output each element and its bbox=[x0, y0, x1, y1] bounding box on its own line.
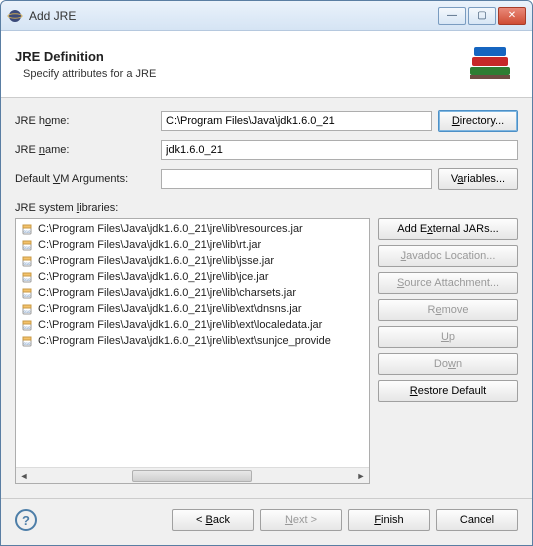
library-item[interactable]: 010 C:\Program Files\Java\jdk1.6.0_21\jre… bbox=[16, 301, 369, 317]
library-item[interactable]: 010 C:\Program Files\Java\jdk1.6.0_21\jre… bbox=[16, 317, 369, 333]
directory-button[interactable]: Directory... bbox=[438, 110, 518, 132]
library-path: C:\Program Files\Java\jdk1.6.0_21\jre\li… bbox=[38, 239, 261, 251]
library-item[interactable]: 010 C:\Program Files\Java\jdk1.6.0_21\jre… bbox=[16, 253, 369, 269]
jar-icon: 010 bbox=[20, 302, 34, 316]
jre-home-label: JRE home: bbox=[15, 115, 155, 127]
library-path: C:\Program Files\Java\jdk1.6.0_21\jre\li… bbox=[38, 319, 322, 331]
titlebar[interactable]: Add JRE — ▢ ✕ bbox=[1, 1, 532, 31]
restore-default-button[interactable]: Restore Default bbox=[378, 380, 518, 402]
library-item[interactable]: 010 C:\Program Files\Java\jdk1.6.0_21\jre… bbox=[16, 237, 369, 253]
dialog-header: JRE Definition Specify attributes for a … bbox=[1, 31, 532, 98]
horizontal-scrollbar[interactable]: ◄ ► bbox=[16, 467, 369, 483]
svg-text:010: 010 bbox=[24, 261, 31, 266]
jar-icon: 010 bbox=[20, 286, 34, 300]
library-path: C:\Program Files\Java\jdk1.6.0_21\jre\li… bbox=[38, 303, 302, 315]
window-title: Add JRE bbox=[29, 9, 438, 23]
library-path: C:\Program Files\Java\jdk1.6.0_21\jre\li… bbox=[38, 271, 268, 283]
add-external-jars-button[interactable]: Add External JARs... bbox=[378, 218, 518, 240]
jre-home-input[interactable] bbox=[161, 111, 432, 131]
up-button[interactable]: Up bbox=[378, 326, 518, 348]
variables-button[interactable]: Variables... bbox=[438, 168, 518, 190]
jar-icon: 010 bbox=[20, 270, 34, 284]
library-item[interactable]: 010 C:\Program Files\Java\jdk1.6.0_21\jre… bbox=[16, 221, 369, 237]
library-path: C:\Program Files\Java\jdk1.6.0_21\jre\li… bbox=[38, 223, 303, 235]
library-path: C:\Program Files\Java\jdk1.6.0_21\jre\li… bbox=[38, 287, 296, 299]
jar-icon: 010 bbox=[20, 238, 34, 252]
svg-text:010: 010 bbox=[24, 229, 31, 234]
down-button[interactable]: Down bbox=[378, 353, 518, 375]
next-button[interactable]: Next > bbox=[260, 509, 342, 531]
system-libraries-label: JRE system libraries: bbox=[15, 202, 518, 214]
library-path: C:\Program Files\Java\jdk1.6.0_21\jre\li… bbox=[38, 255, 274, 267]
library-path: C:\Program Files\Java\jdk1.6.0_21\jre\li… bbox=[38, 335, 331, 347]
jre-name-label: JRE name: bbox=[15, 144, 155, 156]
close-button[interactable]: ✕ bbox=[498, 7, 526, 25]
finish-button[interactable]: Finish bbox=[348, 509, 430, 531]
header-subtitle: Specify attributes for a JRE bbox=[23, 68, 462, 80]
remove-button[interactable]: Remove bbox=[378, 299, 518, 321]
scroll-thumb[interactable] bbox=[132, 470, 252, 482]
jar-icon: 010 bbox=[20, 222, 34, 236]
help-icon[interactable]: ? bbox=[15, 509, 37, 531]
add-jre-dialog: Add JRE — ▢ ✕ JRE Definition Specify att… bbox=[0, 0, 533, 546]
source-attachment-button[interactable]: Source Attachment... bbox=[378, 272, 518, 294]
javadoc-location-button[interactable]: Javadoc Location... bbox=[378, 245, 518, 267]
jar-icon: 010 bbox=[20, 334, 34, 348]
jre-name-input[interactable] bbox=[161, 140, 518, 160]
library-item[interactable]: 010 C:\Program Files\Java\jdk1.6.0_21\jre… bbox=[16, 269, 369, 285]
scroll-right-icon[interactable]: ► bbox=[353, 469, 369, 483]
svg-text:010: 010 bbox=[24, 245, 31, 250]
header-title: JRE Definition bbox=[15, 49, 462, 64]
scroll-left-icon[interactable]: ◄ bbox=[16, 469, 32, 483]
svg-text:010: 010 bbox=[24, 309, 31, 314]
cancel-button[interactable]: Cancel bbox=[436, 509, 518, 531]
back-button[interactable]: < Back bbox=[172, 509, 254, 531]
svg-text:010: 010 bbox=[24, 277, 31, 282]
svg-text:010: 010 bbox=[24, 341, 31, 346]
dialog-footer: ? < Back Next > Finish Cancel bbox=[1, 498, 532, 545]
jar-icon: 010 bbox=[20, 254, 34, 268]
jar-icon: 010 bbox=[20, 318, 34, 332]
books-icon bbox=[462, 41, 518, 87]
vm-args-label: Default VM Arguments: bbox=[15, 173, 155, 185]
svg-text:010: 010 bbox=[24, 293, 31, 298]
maximize-button[interactable]: ▢ bbox=[468, 7, 496, 25]
svg-text:010: 010 bbox=[24, 325, 31, 330]
library-item[interactable]: 010 C:\Program Files\Java\jdk1.6.0_21\jre… bbox=[16, 333, 369, 349]
eclipse-icon bbox=[7, 8, 23, 24]
library-item[interactable]: 010 C:\Program Files\Java\jdk1.6.0_21\jre… bbox=[16, 285, 369, 301]
minimize-button[interactable]: — bbox=[438, 7, 466, 25]
libraries-listbox[interactable]: 010 C:\Program Files\Java\jdk1.6.0_21\jre… bbox=[15, 218, 370, 484]
vm-args-input[interactable] bbox=[161, 169, 432, 189]
